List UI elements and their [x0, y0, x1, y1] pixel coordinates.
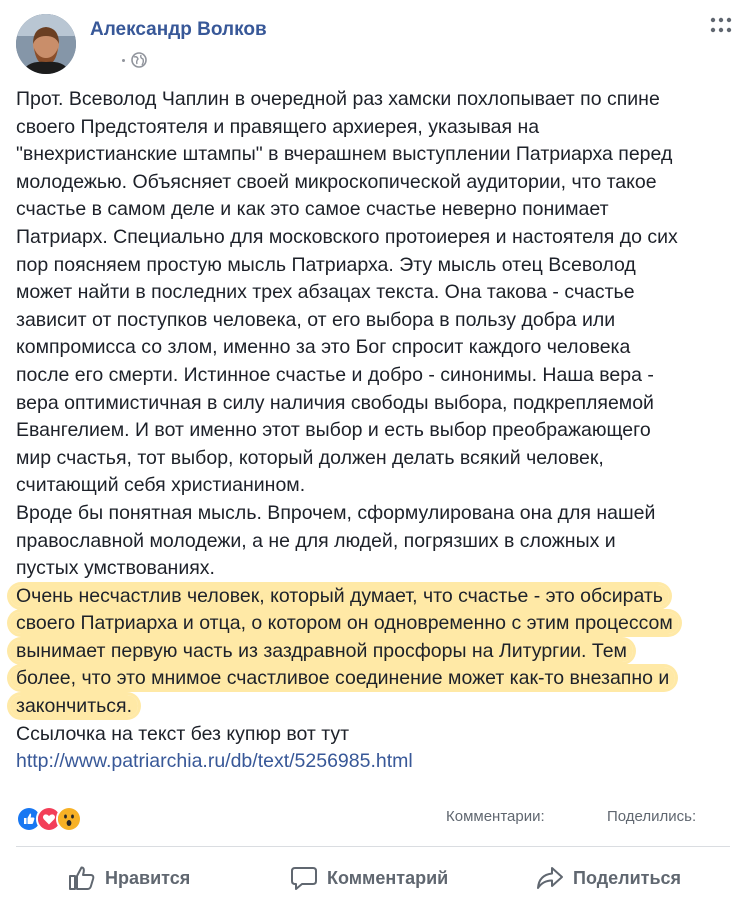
highlighted-line: вынимает первую часть из заздравной прос… [10, 638, 736, 666]
like-button[interactable]: Нравится [68, 854, 190, 902]
comment-label: Комментарий [327, 867, 449, 888]
highlighted-line: более, что это мнимое счастливое соедине… [10, 665, 736, 693]
facebook-post: Александр Волков Прот. Всеволод Чаплин в… [0, 0, 746, 907]
meta-separator [122, 58, 125, 62]
highlighted-line: закончиться. [10, 693, 736, 721]
text-line: "внехристианские штампы" в вчерашнем выс… [16, 143, 673, 166]
like-label: Нравится [105, 867, 191, 888]
patriarchia-link[interactable]: http://www.patriarchia.ru/db/text/525698… [16, 750, 413, 772]
text-line: вера оптимистичная в силу наличия свобод… [16, 391, 654, 414]
text-line: после его смерти. Истинное счастье и доб… [16, 363, 654, 386]
post-meta [122, 52, 147, 68]
shares-count-link[interactable]: Поделились: [607, 808, 696, 825]
text-line: зависит от поступков человека, от его вы… [16, 308, 616, 331]
text-line: компромисса со злом, именно за это Бог с… [16, 336, 631, 359]
highlighted-text: своего Патриарха и отца, о котором он од… [10, 612, 679, 635]
text-line: православной молодежи, а не для людей, п… [16, 529, 616, 552]
share-button[interactable]: Поделиться [536, 854, 681, 902]
share-label: Поделиться [573, 867, 682, 888]
text-line: пор поясняем простую мысль Патриарха. Эт… [16, 253, 636, 276]
thumbs-up-icon [69, 866, 95, 890]
link-intro: Ссылочка на текст без купюр вот тут [16, 722, 350, 745]
wow-reaction-icon [56, 806, 82, 832]
post-text: Прот. Всеволод Чаплин в очередной раз ха… [10, 86, 736, 776]
text-line: может найти в последних трех абзацах тек… [16, 281, 635, 304]
text-line: Прот. Всеволод Чаплин в очередной раз ха… [16, 88, 660, 110]
action-bar: Нравится Комментарий Поделиться [0, 854, 746, 902]
text-line: счастье в самом деле и как это самое сча… [16, 198, 609, 221]
globe-icon[interactable] [131, 52, 147, 68]
text-line: мир счастья, тот выбор, который должен д… [16, 446, 604, 469]
text-line: Патриарх. Специально для московского про… [16, 225, 678, 248]
highlighted-text: Очень несчастлив человек, который думает… [10, 584, 669, 607]
text-line: считающий себя христианином. [16, 474, 306, 497]
author-avatar[interactable] [16, 14, 76, 74]
text-line: Вроде бы понятная мысль. Впрочем, сформу… [16, 501, 656, 524]
text-line: пустых умствованиях. [16, 557, 215, 580]
link-line: http://www.patriarchia.ru/db/text/525698… [16, 748, 736, 776]
comments-count-link[interactable]: Комментарии: [446, 808, 545, 825]
divider [16, 846, 730, 847]
highlighted-line: своего Патриарха и отца, о котором он од… [10, 610, 736, 638]
comment-bubble-icon [291, 867, 317, 890]
reaction-icons[interactable] [16, 806, 82, 832]
highlighted-text: более, что это мнимое счастливое соедине… [10, 667, 676, 690]
more-dots-icon[interactable] [708, 14, 734, 36]
text-line: Евангелием. И вот именно этот выбор и ес… [16, 419, 651, 442]
text-line: своего Предстоятеля и правящего архиерея… [16, 115, 540, 138]
comment-button[interactable]: Комментарий [290, 854, 448, 902]
highlighted-text: закончиться. [10, 695, 139, 718]
highlighted-text: вынимает первую часть из заздравной прос… [10, 639, 633, 662]
share-arrow-icon [537, 867, 563, 889]
highlighted-line: Очень несчастлив человек, который думает… [10, 583, 736, 611]
text-line: молодежью. Объясняет своей микроскопичес… [16, 170, 657, 193]
author-name[interactable]: Александр Волков [90, 19, 267, 41]
